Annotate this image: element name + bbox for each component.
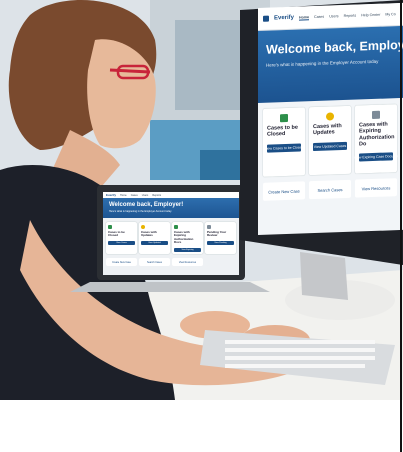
view-updated-cases-button[interactable]: View Updated Cases <box>313 141 347 151</box>
vertical-divider <box>400 0 402 452</box>
card-cases-with-updates: Cases with Updates View Updated Cases <box>309 105 351 176</box>
view-resources-button[interactable]: View Resources <box>355 178 397 198</box>
nav-home[interactable]: Home <box>120 194 127 197</box>
bell-icon <box>326 112 334 121</box>
nav-users[interactable]: Users <box>142 194 149 197</box>
card-title: Cases with Expiring Authorization Docs <box>174 230 194 245</box>
folder-icon <box>108 225 112 229</box>
view-pending-button[interactable]: View Pending <box>207 240 234 245</box>
create-new-case-button[interactable]: Create New Case <box>106 258 137 266</box>
view-cases-button[interactable]: View Cases <box>108 240 135 245</box>
welcome-subtitle: Here's what is happening in the Employer… <box>266 58 379 68</box>
search-cases-button[interactable]: Search Cases <box>139 258 170 266</box>
app-logo: Everify <box>106 193 117 197</box>
card-expiring-authorization: Cases with Expiring Authorization Do Vie… <box>354 104 398 174</box>
nav-home[interactable]: Home <box>299 14 310 21</box>
nav-reports[interactable]: Reports <box>344 14 357 18</box>
nav-users[interactable]: Users <box>329 14 338 18</box>
search-cases-button[interactable]: Search Cases <box>309 179 351 200</box>
quick-actions: Create New Case Search Cases View Resour… <box>103 258 239 266</box>
card-cases-with-updates: Cases with Updates View Updated <box>139 222 170 254</box>
card-title: Cases with Expiring Authorization Do <box>359 121 395 148</box>
office-photo: Everify Home Cases Users Reports Help Ce… <box>0 0 403 400</box>
bell-icon <box>141 225 145 229</box>
card-cases-to-close: Cases to be Closed View Cases to be Clos… <box>263 107 305 177</box>
view-expiring-cases-button[interactable]: View Expiring Case Docume <box>354 152 398 162</box>
nav-cases[interactable]: Cases <box>131 194 138 197</box>
card-expiring-authorization: Cases with Expiring Authorization Docs V… <box>172 222 203 254</box>
view-resources-button[interactable]: View Resources <box>172 258 203 266</box>
nav-help-center[interactable]: Help Center <box>361 13 380 18</box>
welcome-heading: Welcome back, Employer! <box>109 202 184 208</box>
welcome-banner: Welcome back, Employer! Here's what is h… <box>103 198 239 218</box>
view-cases-to-close-button[interactable]: View Cases to be Closed <box>264 143 304 153</box>
nav-my-company[interactable]: My Co <box>385 12 395 16</box>
document-icon <box>174 225 178 229</box>
welcome-heading: Welcome back, Employer Agent! <box>266 36 403 57</box>
view-updated-button[interactable]: View Updated <box>141 240 168 245</box>
card-cases-to-close: Cases to be Closed View Cases <box>106 222 137 254</box>
welcome-banner: Welcome back, Employer Agent! Here's wha… <box>258 25 403 103</box>
view-expiring-button[interactable]: View Expiring <box>174 247 201 252</box>
hourglass-icon <box>372 110 380 120</box>
nav-reports[interactable]: Reports <box>152 194 161 197</box>
card-title: Cases to be Closed <box>267 124 298 138</box>
case-summary-cards: Cases to be Closed View Cases to be Clos… <box>258 98 403 183</box>
card-title: Cases with Updates <box>313 123 342 137</box>
create-new-case-button[interactable]: Create New Case <box>263 181 305 201</box>
app-logo: Everify <box>274 14 295 22</box>
monitor-screen: Everify Home Cases Users Reports Help Ce… <box>258 2 403 235</box>
card-title: Pending Your Review <box>207 230 227 238</box>
nav-cases[interactable]: Cases <box>314 15 324 19</box>
case-summary-cards: Cases to be Closed View Cases Cases with… <box>103 218 239 258</box>
card-title: Cases to be Closed <box>108 230 125 238</box>
folder-icon <box>280 113 288 123</box>
card-title: Cases with Updates <box>141 230 157 238</box>
welcome-subtitle: Here's what is happening in the Employer… <box>109 210 172 213</box>
quick-actions: Create New Case Search Cases View Resour… <box>258 178 403 201</box>
everify-logo-icon <box>263 15 269 22</box>
laptop-screen: Everify Home Cases Users Reports Welcome… <box>103 192 239 275</box>
card-pending-review: Pending Your Review View Pending <box>205 222 236 254</box>
hourglass-icon <box>207 225 211 229</box>
